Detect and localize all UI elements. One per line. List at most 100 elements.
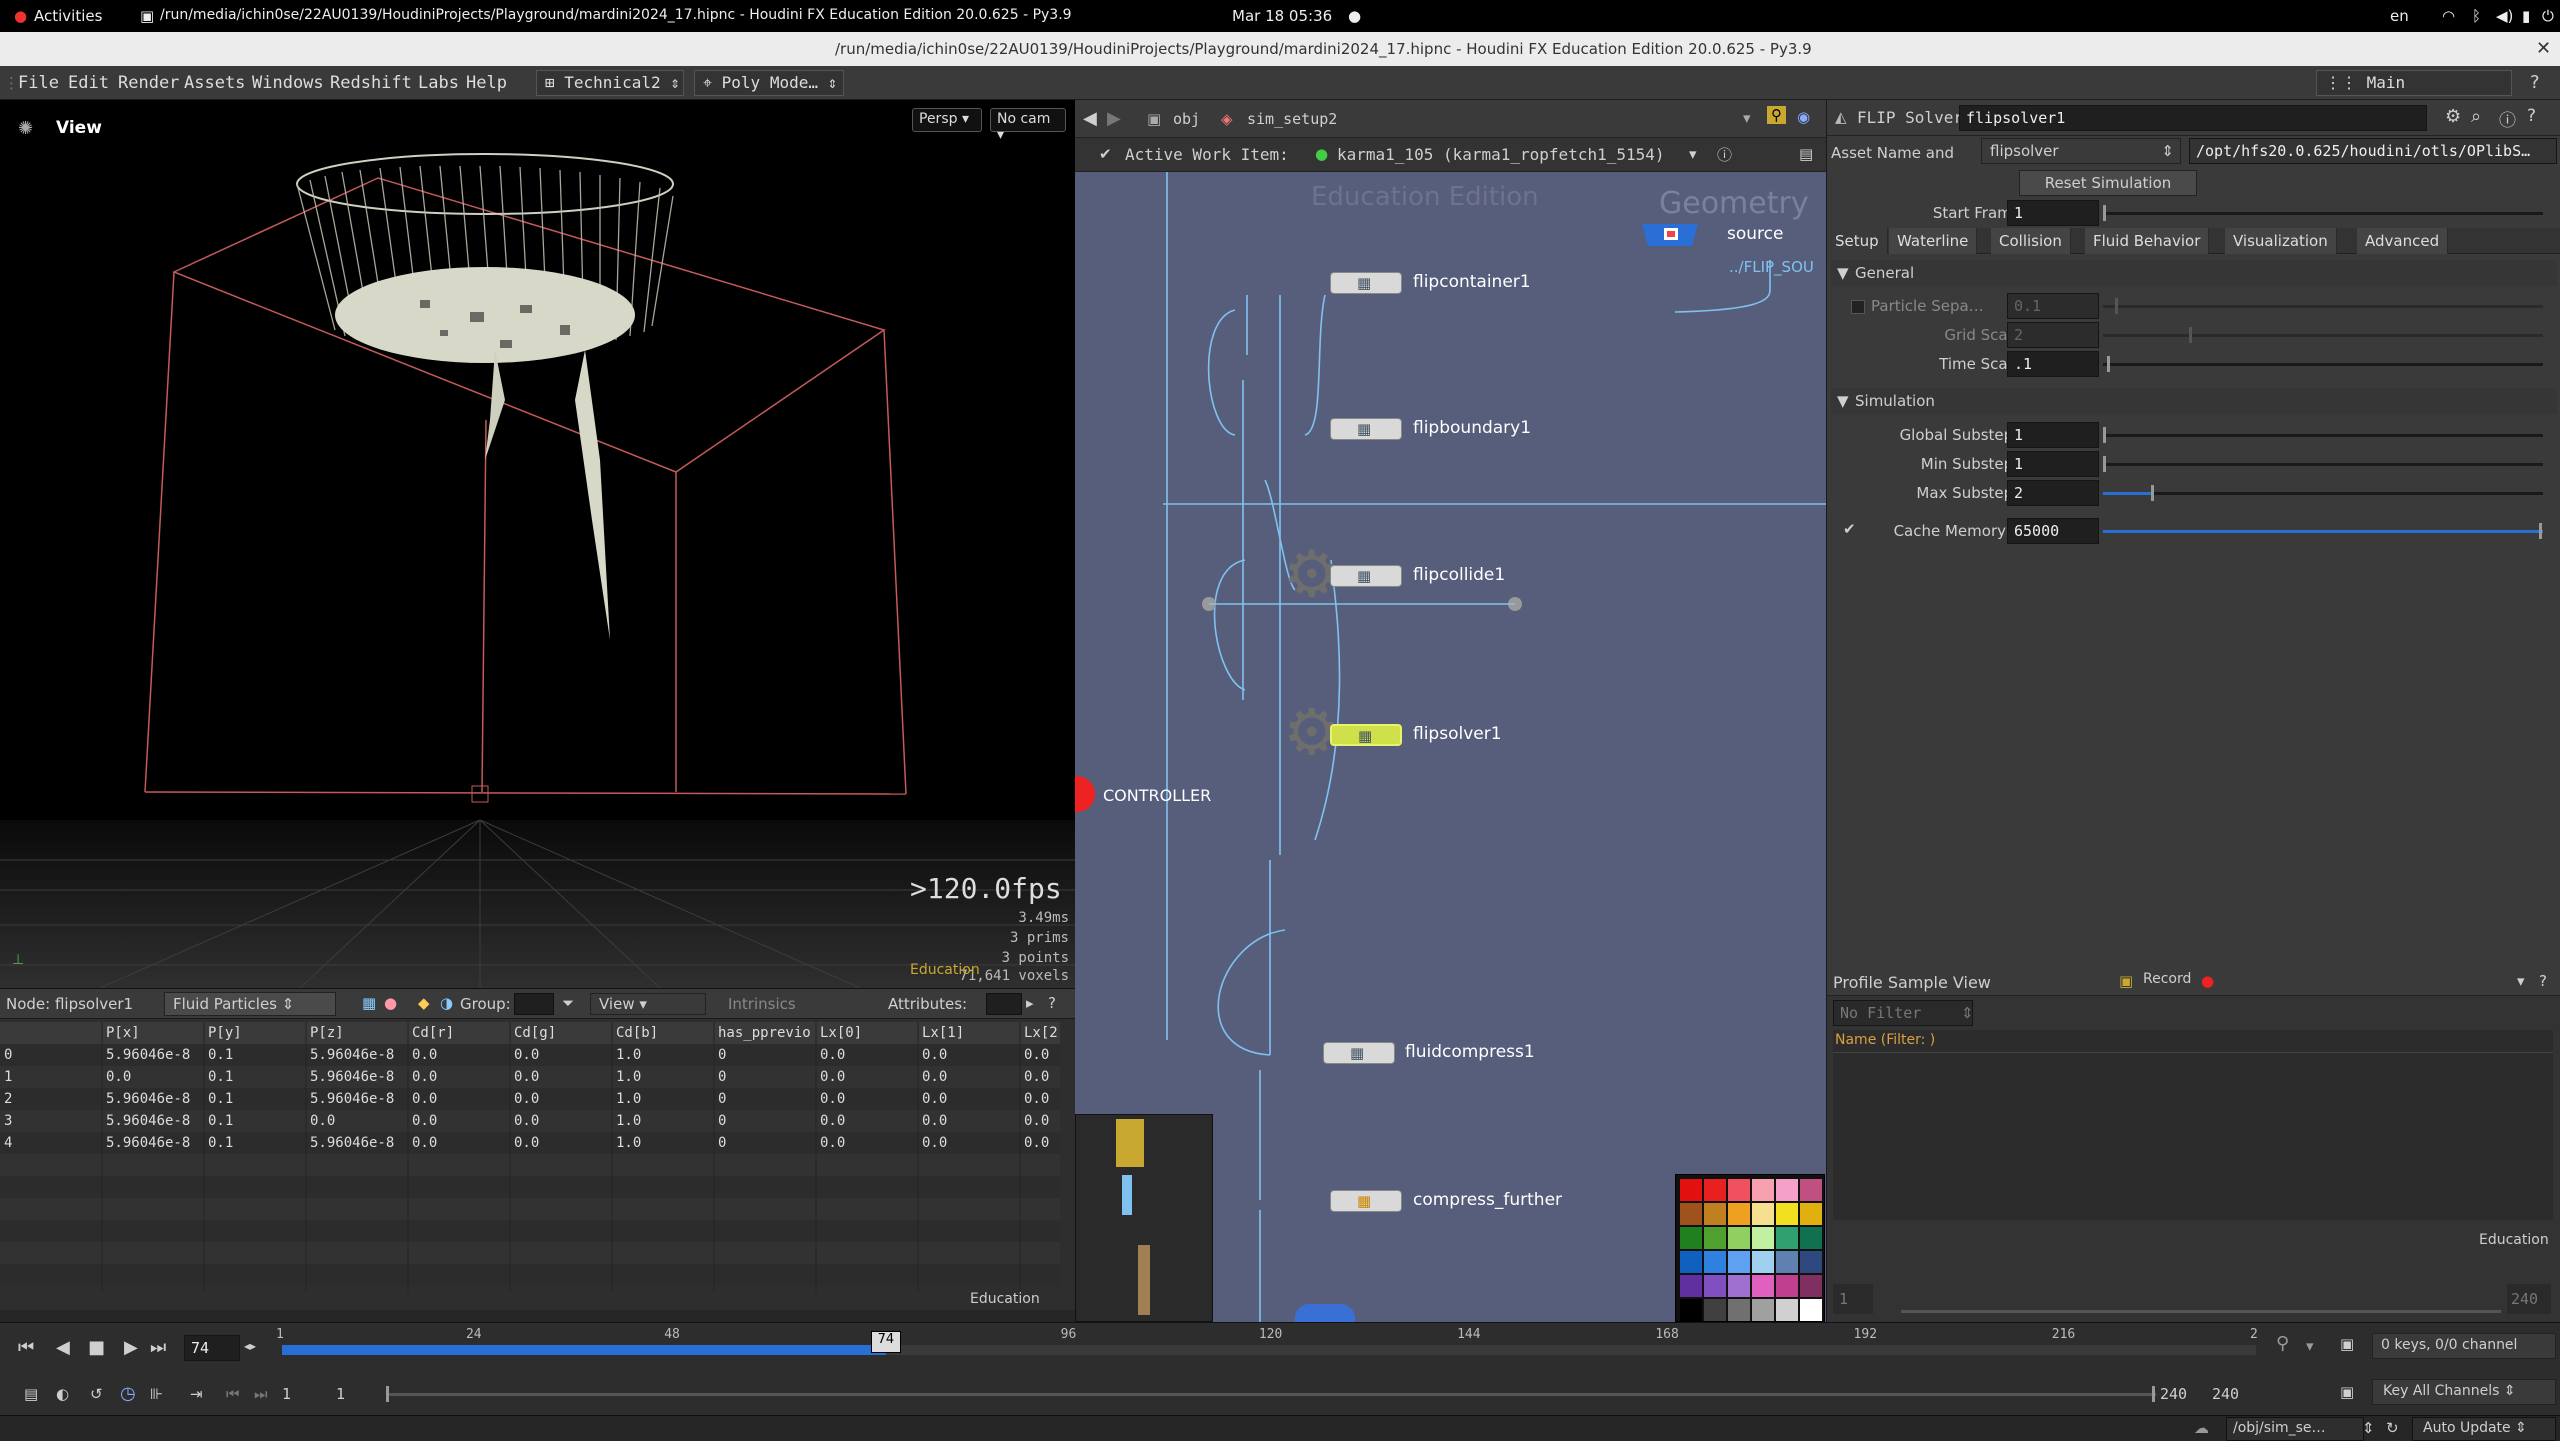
origin-handle[interactable]: [471, 785, 489, 803]
context-selector[interactable]: Fluid Particles ⇕: [164, 992, 336, 1016]
filter-field[interactable]: No Filter: [1833, 1000, 1973, 1026]
menu-redshift[interactable]: Redshift: [330, 73, 412, 93]
stop-icon[interactable]: ■: [88, 1337, 105, 1358]
slider-knob[interactable]: [2103, 456, 2106, 472]
slider-knob[interactable]: [2189, 327, 2192, 343]
range-icon[interactable]: ⇥: [190, 1385, 203, 1403]
attributes-field[interactable]: [986, 993, 1022, 1015]
general-folder[interactable]: ▼ General: [1831, 260, 2557, 286]
system-window-title[interactable]: /run/media/ichin0se/22AU0139/HoudiniProj…: [160, 7, 1072, 23]
flipcollide-node[interactable]: ▦: [1330, 565, 1402, 587]
max-substeps-slider[interactable]: [2103, 485, 2543, 501]
playhead[interactable]: 74: [870, 1331, 901, 1353]
start-frame-value[interactable]: 1: [282, 1385, 291, 1403]
min-substeps-slider[interactable]: [2103, 456, 2543, 472]
color-icon[interactable]: ◑: [440, 994, 453, 1012]
palette-swatch[interactable]: [1728, 1251, 1750, 1273]
palette-swatch[interactable]: [1800, 1251, 1822, 1273]
slider-knob[interactable]: [2151, 485, 2154, 501]
slider-knob[interactable]: [386, 1386, 389, 1402]
asset-path-field[interactable]: /opt/hfs20.0.625/houdini/otls/OPlibS…: [2189, 138, 2557, 164]
ruler-icon[interactable]: ⊪: [150, 1385, 163, 1403]
node-name-field[interactable]: flipsolver1: [1959, 105, 2427, 131]
menu-labs[interactable]: Labs: [418, 73, 459, 93]
language-indicator[interactable]: en: [2390, 7, 2409, 25]
palette-swatch[interactable]: [1776, 1299, 1798, 1321]
network-editor[interactable]: ◀ ▶ ▣ obj ◈ sim_setup2 ▾ ⚲ ◉ ✔ Active Wo…: [1075, 100, 1826, 1322]
menu-edit[interactable]: Edit: [68, 73, 109, 93]
color-palette[interactable]: [1675, 1174, 1825, 1322]
slider-knob[interactable]: [2152, 1386, 2155, 1402]
palette-swatch[interactable]: [1728, 1227, 1750, 1249]
key-icon[interactable]: ⚲: [2276, 1333, 2289, 1354]
name-column-header[interactable]: Name (Filter: ): [1835, 1032, 1935, 1048]
tab-setup[interactable]: Setup: [1827, 228, 1888, 254]
key-dropdown-icon[interactable]: ▾: [2306, 1337, 2314, 1355]
slider-knob[interactable]: [2103, 205, 2106, 221]
global-substeps-field[interactable]: 1: [2007, 422, 2099, 448]
palette-swatch[interactable]: [1680, 1179, 1702, 1201]
controller-node-label[interactable]: CONTROLLER: [1103, 786, 1211, 805]
loop-icon[interactable]: ↺: [90, 1385, 103, 1403]
status-path[interactable]: /obj/sim_se…: [2226, 1417, 2364, 1441]
activities-button[interactable]: Activities: [34, 7, 102, 25]
palette-swatch[interactable]: [1704, 1275, 1726, 1297]
particle-sep-checkbox[interactable]: [1851, 300, 1865, 314]
palette-swatch[interactable]: [1776, 1179, 1798, 1201]
palette-swatch[interactable]: [1704, 1179, 1726, 1201]
palette-swatch[interactable]: [1752, 1227, 1774, 1249]
max-substeps-field[interactable]: 2: [2007, 480, 2099, 506]
min-substeps-field[interactable]: 1: [2007, 451, 2099, 477]
asset-name-menu[interactable]: flipsolver ⇕: [1981, 138, 2181, 164]
menu-help[interactable]: Help: [466, 73, 507, 93]
power-icon[interactable]: ⏻: [2542, 7, 2554, 25]
menu-windows[interactable]: Windows: [252, 73, 324, 93]
profile-list[interactable]: Name (Filter: ): [1833, 1030, 2553, 1220]
play-icon[interactable]: ▶: [124, 1337, 138, 1358]
realtime-icon[interactable]: ▤: [24, 1385, 38, 1403]
cache-memory-slider[interactable]: [2103, 523, 2543, 539]
particle-sep-slider[interactable]: [2103, 298, 2543, 314]
record-label[interactable]: Record: [2143, 971, 2191, 987]
tab-advanced[interactable]: Advanced: [2357, 228, 2449, 254]
auto-update-menu[interactable]: Auto Update ⇕: [2412, 1417, 2556, 1441]
particle-sep-field[interactable]: 0.1: [2007, 293, 2099, 319]
palette-swatch[interactable]: [1680, 1227, 1702, 1249]
cloud-icon[interactable]: ☁: [2194, 1419, 2209, 1437]
collapse-icon[interactable]: ▾: [2517, 972, 2525, 990]
battery-icon[interactable]: ▮: [2522, 7, 2530, 25]
next-key-icon[interactable]: ⏭: [254, 1385, 268, 1403]
pane-set-selector[interactable]: ⋮⋮ Main: [2316, 70, 2512, 96]
timeline-track[interactable]: 1 24 48 96 120 144 168 192 216 2 74: [276, 1327, 2258, 1355]
profile-frame-slider[interactable]: [1901, 1310, 2501, 1313]
palette-swatch[interactable]: [1728, 1299, 1750, 1321]
flipboundary-node[interactable]: ▦: [1330, 418, 1402, 440]
channel-icon[interactable]: ▣: [2340, 1335, 2354, 1353]
palette-swatch[interactable]: [1776, 1275, 1798, 1297]
time-scale-slider[interactable]: [2103, 356, 2543, 372]
record-icon[interactable]: ▣: [2119, 972, 2133, 990]
camera-menu[interactable]: Persp ▾: [912, 108, 982, 132]
filter-arrows-icon[interactable]: ⇕: [1961, 1004, 1974, 1022]
record-dot-icon[interactable]: ●: [2201, 972, 2214, 990]
palette-swatch[interactable]: [1800, 1203, 1822, 1225]
bluetooth-icon[interactable]: ᛒ: [2472, 7, 2481, 25]
palette-swatch[interactable]: [1776, 1251, 1798, 1273]
play-arrow-icon[interactable]: ▸: [1026, 994, 1034, 1012]
clock[interactable]: Mar 18 05:36: [1232, 7, 1332, 25]
slider-knob[interactable]: [2115, 298, 2118, 314]
attribute-icon[interactable]: ◆: [418, 994, 430, 1012]
palette-swatch[interactable]: [1800, 1227, 1822, 1249]
end-frame2-value[interactable]: 240: [2212, 1385, 2239, 1403]
help-icon[interactable]: ?: [2527, 106, 2536, 126]
slider-knob[interactable]: [2539, 523, 2542, 539]
desktop-selector[interactable]: ⊞ Technical2 ⇕: [536, 70, 684, 96]
menu-file[interactable]: File: [18, 73, 59, 93]
frame-left-field[interactable]: 1: [1833, 1284, 1873, 1314]
intrinsics-toggle[interactable]: Intrinsics: [728, 995, 796, 1013]
scene-viewport[interactable]: ✺ View Persp ▾ No cam ▾ >120.0fps 3.49ms…: [0, 100, 1075, 988]
simulation-folder[interactable]: ▼ Simulation: [1831, 388, 2557, 414]
current-frame-field[interactable]: 74: [184, 1335, 240, 1361]
frame-step-icon[interactable]: ◂▸: [244, 1339, 256, 1353]
start-frame-slider[interactable]: [2103, 205, 2543, 221]
